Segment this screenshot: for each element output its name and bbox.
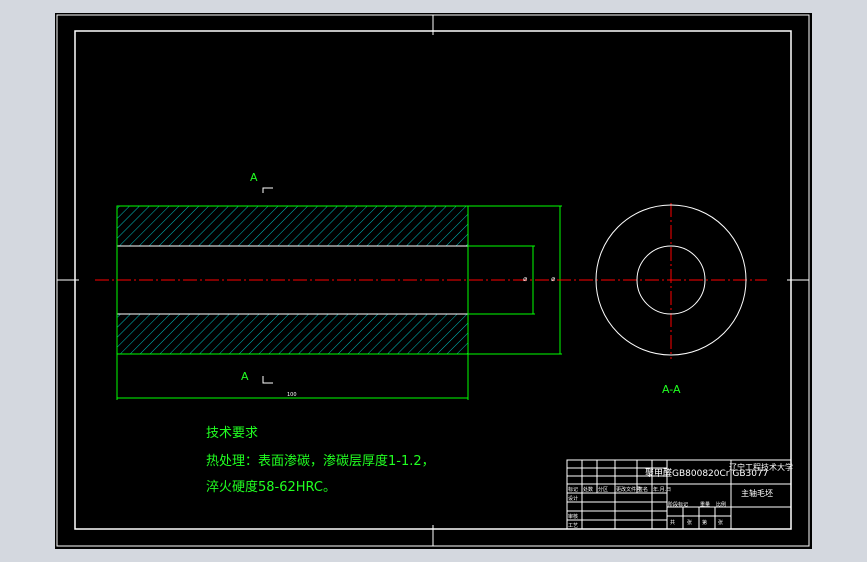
section-mark-bottom: A (241, 370, 249, 383)
section-arrow-top (262, 187, 273, 193)
title-row-label-2: 分区 (598, 487, 609, 493)
notes-line-2: 淬火硬度58-62HRC。 (206, 480, 337, 495)
title-sheet-label-1: 张 (687, 520, 693, 526)
section-arrow-bottom (262, 376, 273, 384)
section-mark-top: A (250, 171, 258, 184)
section-view-label: A-A (662, 383, 681, 396)
title-left-label-2: 工艺 (568, 523, 579, 529)
title-row-label-5: 年.月.日 (653, 487, 672, 493)
title-sheet-label-0: 共 (670, 520, 676, 526)
wall-hatch-top (116, 205, 469, 247)
title-sheet-label-3: 张 (718, 520, 724, 526)
title-left-label-0: 设计 (568, 496, 579, 502)
cad-viewport[interactable]: A A A-A ⌀ ⌀ 100 技术要求 热处理：表面渗碳，渗碳层厚度1-1.2… (55, 13, 812, 549)
title-left-label-1: 审核 (568, 514, 579, 520)
title-sheet-label-2: 第 (702, 520, 708, 526)
title-stage-label-0: 阶段标记 (668, 502, 689, 508)
dim-small-1: ⌀ (523, 275, 528, 283)
wall-hatch-bottom (116, 313, 469, 355)
dim-length-label: 100 (287, 392, 297, 398)
title-stage-label-2: 比例 (716, 502, 727, 508)
title-row-label-0: 标记 (568, 487, 579, 493)
title-part-name: 主轴毛坯 (741, 489, 773, 498)
notes-line-1: 热处理：表面渗碳，渗碳层厚度1-1.2， (206, 454, 435, 469)
title-stage-label-1: 重量 (700, 502, 711, 508)
title-row-label-4: 签名 (638, 487, 649, 493)
notes-heading: 技术要求 (206, 426, 259, 441)
title-school: 辽宁工程技术大学 (729, 463, 793, 472)
dim-small-2: ⌀ (551, 275, 556, 283)
title-row-label-1: 处数 (583, 487, 594, 493)
